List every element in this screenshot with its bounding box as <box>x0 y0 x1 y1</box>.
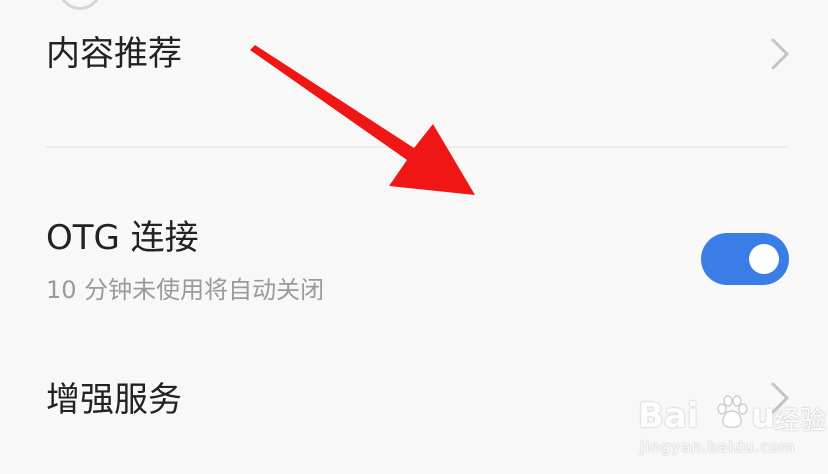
watermark-url: jingyan.baidu.com <box>640 438 796 456</box>
otg-subtitle: 10 分钟未使用将自动关闭 <box>46 276 325 304</box>
watermark-brand-right: u <box>751 396 776 436</box>
settings-screen: 内容推荐 OTG 连接 10 分钟未使用将自动关闭 增强服务 Bai u 经验 … <box>0 0 828 474</box>
watermark-brand-cn: 经验 <box>774 406 827 436</box>
toggle-knob <box>749 244 779 274</box>
settings-item-content-recommend[interactable]: 内容推荐 <box>0 0 828 140</box>
baidu-paw-icon <box>717 395 748 428</box>
otg-toggle-switch[interactable] <box>701 233 789 285</box>
otg-label: OTG 连接 <box>46 218 199 258</box>
divider <box>46 146 788 148</box>
enhanced-service-label: 增强服务 <box>46 380 182 420</box>
baidu-jingyan-watermark: Bai u 经验 jingyan.baidu.com <box>634 384 826 466</box>
watermark-brand-left: Bai <box>638 396 699 436</box>
chevron-right-icon <box>771 38 789 70</box>
content-recommend-label: 内容推荐 <box>46 34 182 74</box>
